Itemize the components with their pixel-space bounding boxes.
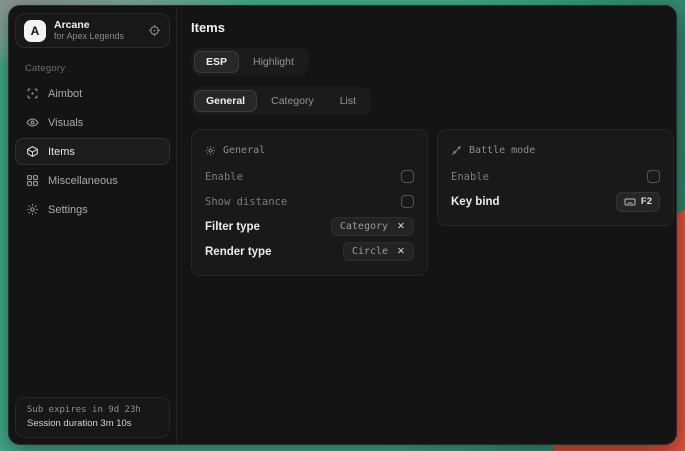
render-type-row: Render type Circle ✕ (205, 239, 414, 264)
sidebar-item-aimbot[interactable]: Aimbot (15, 80, 170, 107)
show-distance-row: Show distance (205, 189, 414, 214)
sidebar-item-label: Items (48, 146, 75, 158)
row-label: Enable (451, 171, 489, 183)
brand-card: A Arcane for Apex Legends (15, 13, 170, 48)
close-icon[interactable]: ✕ (397, 247, 405, 257)
key-bind-value: F2 (641, 196, 652, 207)
sidebar-item-label: Settings (48, 204, 88, 216)
mode-tab-group: ESP Highlight (191, 48, 309, 76)
enable-row: Enable (205, 164, 414, 189)
filter-type-row: Filter type Category ✕ (205, 214, 414, 239)
battle-enable-checkbox[interactable] (647, 170, 660, 183)
row-label: Render type (205, 246, 271, 258)
sidebar-item-label: Aimbot (48, 88, 82, 100)
battle-enable-row: Enable (451, 164, 660, 189)
brand-text: Arcane for Apex Legends (54, 19, 140, 41)
render-type-value: Circle (352, 246, 388, 257)
eye-icon (26, 116, 39, 129)
sidebar-item-items[interactable]: Items (15, 138, 170, 165)
key-bind-row: Key bind F2 (451, 189, 660, 214)
panel-title: General (223, 145, 265, 156)
session-duration-text: Session duration 3m 10s (27, 418, 158, 429)
tab-category[interactable]: Category (259, 90, 326, 112)
filter-type-value: Category (340, 221, 388, 232)
tab-list[interactable]: List (328, 90, 368, 112)
sidebar-item-settings[interactable]: Settings (15, 196, 170, 223)
keyboard-icon (624, 196, 636, 208)
sword-icon (451, 145, 462, 156)
tab-general[interactable]: General (194, 90, 257, 112)
crosshair-scan-icon (26, 87, 39, 100)
grid-icon (26, 174, 39, 187)
sidebar-item-miscellaneous[interactable]: Miscellaneous (15, 167, 170, 194)
view-tab-group: General Category List (191, 87, 371, 115)
sun-icon (205, 145, 216, 156)
close-icon[interactable]: ✕ (397, 222, 405, 232)
sidebar-nav: Aimbot Visuals Items (15, 80, 170, 223)
sidebar-item-label: Visuals (48, 117, 83, 129)
show-distance-checkbox[interactable] (401, 195, 414, 208)
general-panel: General Enable Show distance Filter type… (191, 129, 428, 276)
main-content: Items ESP Highlight General Category Lis… (177, 6, 677, 444)
sub-expiry-text: Sub expires in 9d 23h (27, 405, 158, 415)
render-type-select[interactable]: Circle ✕ (343, 242, 414, 261)
row-label: Enable (205, 171, 243, 183)
app-window: A Arcane for Apex Legends Category (8, 5, 677, 445)
page-title: Items (191, 20, 674, 35)
session-info-card: Sub expires in 9d 23h Session duration 3… (15, 397, 170, 438)
panel-title: Battle mode (469, 145, 535, 156)
battle-mode-panel: Battle mode Enable Key bind (437, 129, 674, 226)
sidebar-item-label: Miscellaneous (48, 175, 118, 187)
row-label: Key bind (451, 196, 500, 208)
row-label: Show distance (205, 196, 287, 208)
sidebar-item-visuals[interactable]: Visuals (15, 109, 170, 136)
tab-esp[interactable]: ESP (194, 51, 239, 73)
sidebar: A Arcane for Apex Legends Category (9, 6, 177, 444)
battle-panel-header: Battle mode (451, 140, 660, 160)
enable-checkbox[interactable] (401, 170, 414, 183)
filter-type-select[interactable]: Category ✕ (331, 217, 414, 236)
crosshair-icon[interactable] (148, 24, 161, 37)
row-label: Filter type (205, 221, 260, 233)
box-icon (26, 145, 39, 158)
gear-icon (26, 203, 39, 216)
general-panel-header: General (205, 140, 414, 160)
key-bind-button[interactable]: F2 (616, 192, 660, 212)
app-title: Arcane (54, 19, 140, 31)
tab-highlight[interactable]: Highlight (241, 51, 306, 73)
category-section-label: Category (25, 63, 170, 74)
app-subtitle: for Apex Legends (54, 31, 140, 41)
app-logo: A (24, 20, 46, 42)
